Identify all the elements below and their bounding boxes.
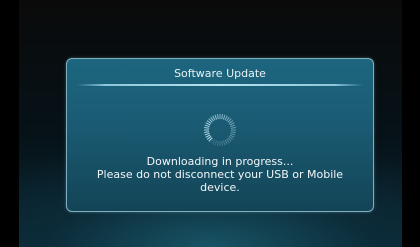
spinner-tick [230,131,236,133]
spinner-tick [214,114,218,120]
spinner-tick [224,139,228,145]
software-update-dialog: Software Update Downloading in progress.… [66,58,374,212]
status-line-1: Downloading in progress... [146,155,294,168]
spinner-tick [214,140,218,146]
spinner-tick [230,124,236,128]
spinner-tick [221,140,223,146]
spinner-tick [229,134,235,138]
spinner-tick [222,140,226,146]
spinner-tick [230,132,236,136]
title-divider [77,84,363,86]
spinner-tick [204,131,210,133]
spinner-tick [204,132,210,136]
status-line-3: device. [200,181,240,194]
spinner-tick [229,122,235,126]
loading-spinner-icon [204,114,236,146]
spinner-tick [205,134,211,138]
status-line-2: Please do not disconnect your USB or Mob… [96,168,344,181]
spinner-tick [204,124,210,128]
status-message: Downloading in progress... Please do not… [67,155,373,194]
spinner-tick [230,127,236,129]
spinner-tick [212,139,216,145]
spinner-tick [205,122,211,126]
dialog-title: Software Update [174,67,266,80]
spinner-tick [222,114,226,120]
spinner-tick [217,114,219,120]
spinner-tick [204,127,210,129]
spinner-tick [221,114,223,120]
spinner-tick [224,115,228,121]
spinner-tick [217,140,219,146]
spinner-tick [212,115,216,121]
